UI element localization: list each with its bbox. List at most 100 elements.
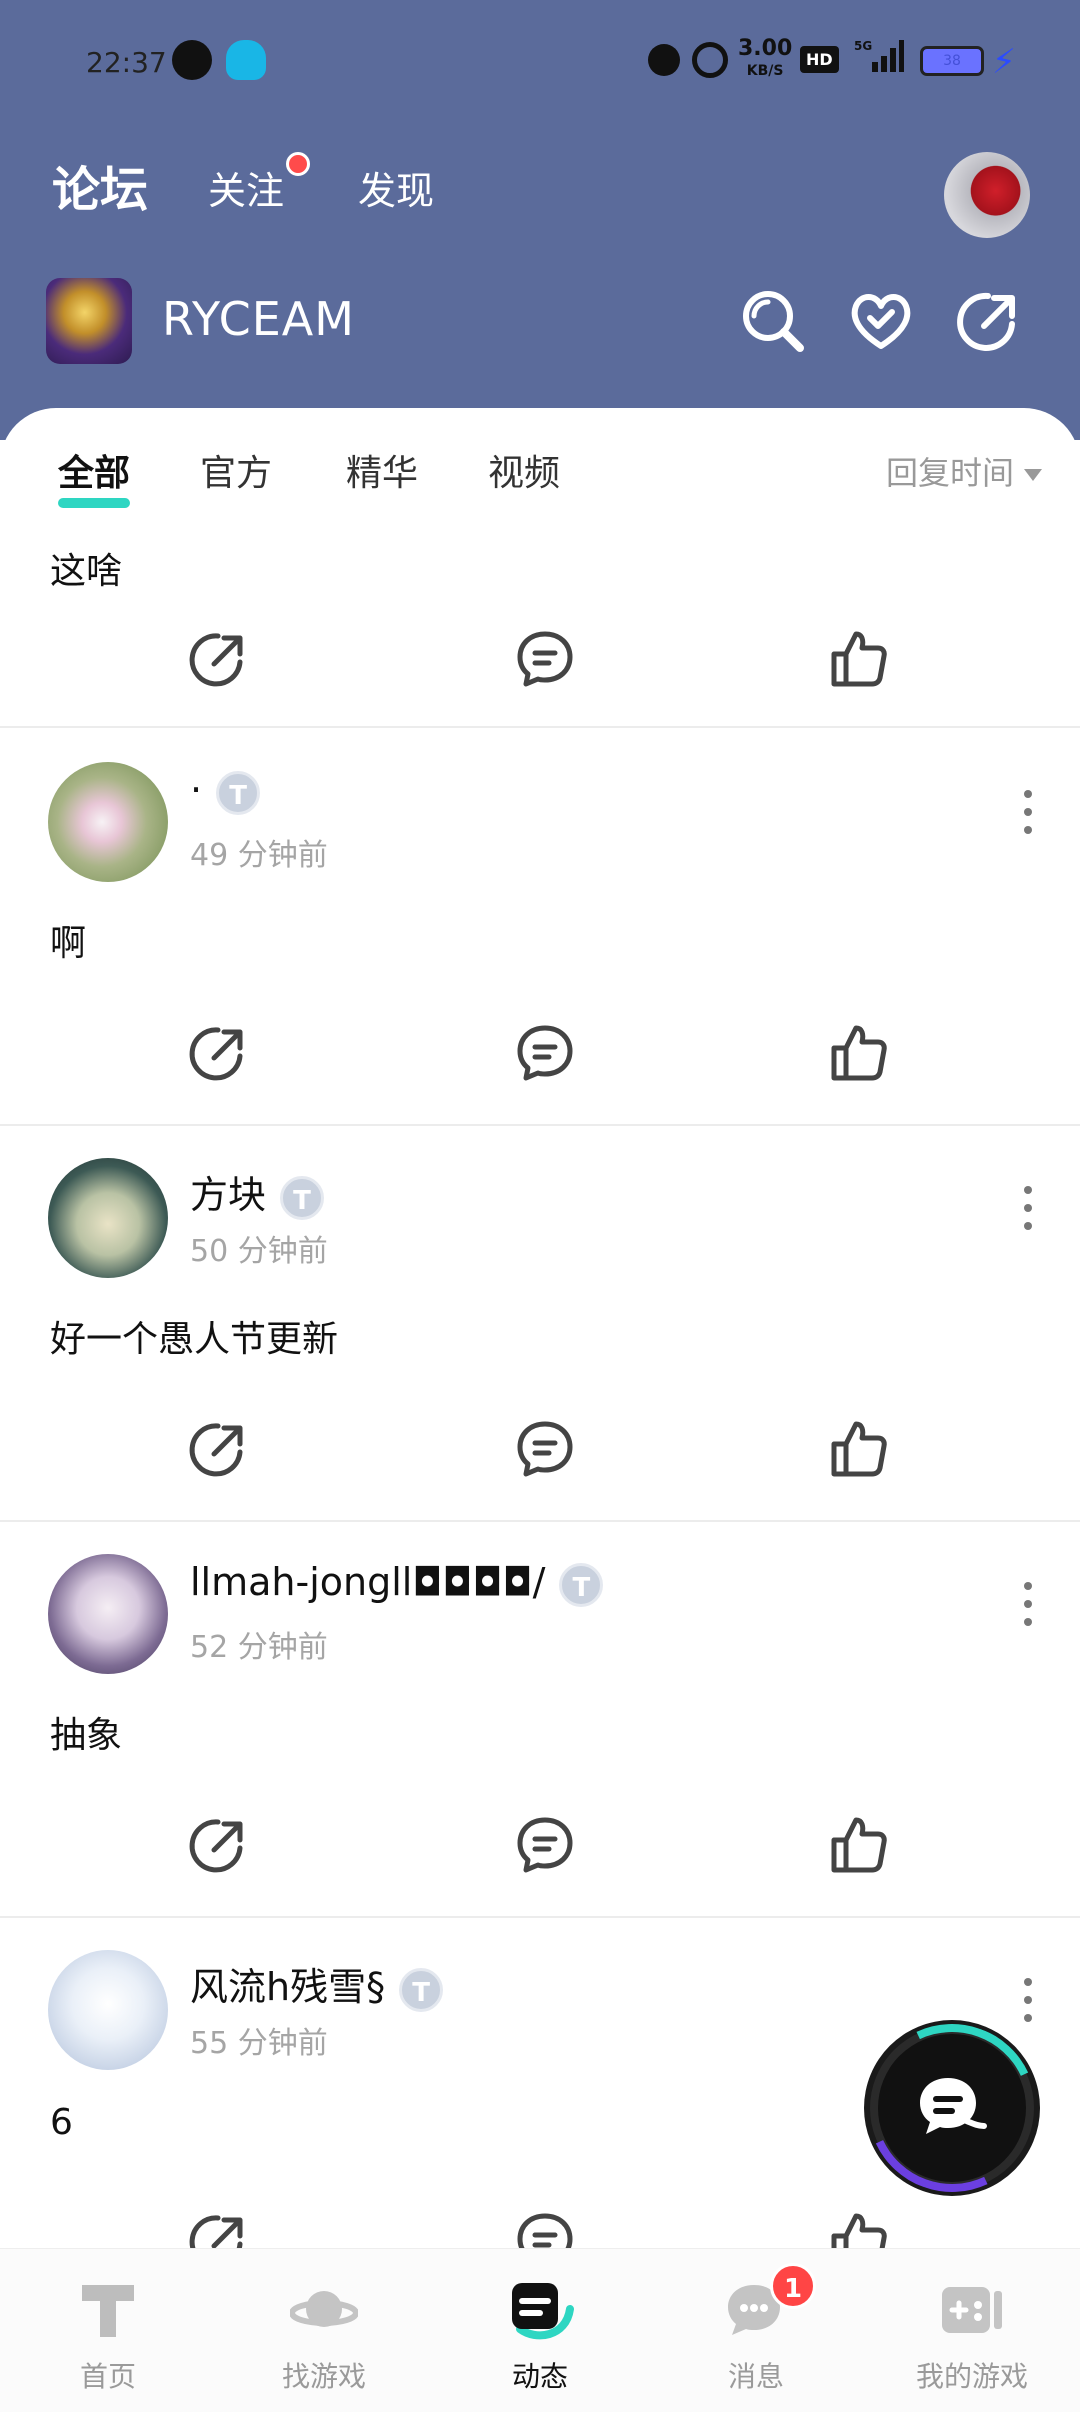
home-t-icon xyxy=(82,2285,134,2337)
comment-icon[interactable] xyxy=(512,1416,578,1482)
qq-icon xyxy=(226,40,266,80)
level-badge: T xyxy=(216,770,261,815)
nav-feed-label: 动态 xyxy=(511,2360,568,2393)
hd-icon: HD xyxy=(800,46,839,73)
nav-find-games[interactable]: 找游戏 xyxy=(216,2249,432,2412)
post-author-name: 方块 xyxy=(190,1173,267,1217)
level-badge: T xyxy=(559,1562,604,1607)
network-speed: 3.00 KB/S xyxy=(738,38,792,82)
like-icon[interactable] xyxy=(826,626,892,692)
comment-icon[interactable] xyxy=(512,1812,578,1878)
sort-dropdown[interactable]: 回复时间 xyxy=(886,448,1042,494)
share-icon[interactable] xyxy=(954,286,1024,356)
game-icon[interactable] xyxy=(46,278,132,364)
wechat-icon xyxy=(172,40,212,80)
feed-icon xyxy=(512,2283,574,2340)
post-text: 这啥 xyxy=(50,551,123,592)
message-count-badge: 1 xyxy=(770,2263,816,2309)
sub-tab-official[interactable]: 官方 xyxy=(200,444,272,496)
post-author[interactable]: · T xyxy=(190,768,261,815)
level-badge: T xyxy=(399,1967,444,2012)
sub-tab-all[interactable]: 全部 xyxy=(58,444,131,508)
follow-notification-dot xyxy=(286,152,310,176)
bottom-navigation: 首页 找游戏 动态 1 消息 我的游戏 xyxy=(0,2248,1080,2412)
sub-tab-video[interactable]: 视频 xyxy=(488,444,560,496)
nav-feed[interactable]: 动态 xyxy=(432,2249,648,2412)
do-not-disturb-icon xyxy=(648,44,680,76)
network-type: 5G xyxy=(854,39,872,53)
like-icon[interactable] xyxy=(826,1020,892,1086)
avatar[interactable] xyxy=(48,762,168,882)
post-time: 55 分钟前 xyxy=(190,2026,328,2061)
forum-info-row: RYCEAM xyxy=(46,278,1046,364)
tab-forum[interactable]: 论坛 xyxy=(52,150,149,226)
post-text: 啊 xyxy=(50,923,87,964)
nav-my-games-label: 我的游戏 xyxy=(915,2360,1028,2393)
post-item[interactable]: llmah-jongll◘◘◘◘/ T 52 分钟前 抽象 xyxy=(0,1522,1080,1918)
nav-home-label: 首页 xyxy=(79,2360,136,2393)
share-icon[interactable] xyxy=(186,1020,252,1086)
alarm-icon xyxy=(692,42,728,78)
more-icon[interactable] xyxy=(1020,1582,1036,1628)
like-icon[interactable] xyxy=(826,2208,892,2248)
post-text: 抽象 xyxy=(50,1715,123,1756)
level-badge: T xyxy=(280,1175,325,1220)
post-author[interactable]: 方块 T xyxy=(190,1164,325,1220)
post-time: 49 分钟前 xyxy=(190,838,328,873)
charging-icon: ⚡ xyxy=(992,42,1016,82)
post-time: 52 分钟前 xyxy=(190,1630,328,1665)
like-icon[interactable] xyxy=(826,1416,892,1482)
caret-down-icon xyxy=(1024,469,1042,481)
like-icon[interactable] xyxy=(826,1812,892,1878)
share-icon[interactable] xyxy=(186,1812,252,1878)
post-item[interactable]: 方块 T 50 分钟前 好一个愚人节更新 xyxy=(0,1126,1080,1522)
battery-icon: 38 xyxy=(920,46,984,76)
comment-icon[interactable] xyxy=(512,2208,578,2248)
tab-follow[interactable]: 关注 xyxy=(208,160,284,215)
post-author-name: 风流h残雪§ xyxy=(190,1965,386,2009)
forum-header: 22:37 3.00 KB/S HD 5G 38 ⚡ 论坛 关注 发现 RYCE… xyxy=(0,0,1080,440)
user-avatar[interactable] xyxy=(944,152,1030,238)
sub-tabs: 全部 官方 精华 视频 回复时间 xyxy=(0,444,1080,508)
nav-messages[interactable]: 1 消息 xyxy=(648,2249,864,2412)
avatar[interactable] xyxy=(48,1950,168,2070)
share-icon[interactable] xyxy=(186,626,252,692)
comment-icon[interactable] xyxy=(512,626,578,692)
post-author-name: · xyxy=(190,768,203,812)
post-item[interactable]: · T 49 分钟前 啊 xyxy=(0,730,1080,1126)
network-speed-value: 3.00 xyxy=(738,36,793,61)
share-icon[interactable] xyxy=(186,1416,252,1482)
tab-discover[interactable]: 发现 xyxy=(358,160,434,215)
nav-home[interactable]: 首页 xyxy=(0,2249,216,2412)
nav-my-games[interactable]: 我的游戏 xyxy=(864,2249,1080,2412)
post-author[interactable]: llmah-jongll◘◘◘◘/ T xyxy=(190,1560,604,1607)
share-icon[interactable] xyxy=(186,2208,252,2248)
create-post-button[interactable] xyxy=(870,2026,1034,2190)
sub-tab-featured[interactable]: 精华 xyxy=(346,444,418,496)
planet-icon xyxy=(290,2291,358,2327)
search-icon[interactable] xyxy=(738,286,808,356)
network-speed-unit: KB/S xyxy=(746,63,784,79)
post-list-card: 全部 官方 精华 视频 回复时间 这啥 · T 49 分钟前 啊 方块 T 50 分… xyxy=(0,408,1080,2248)
post-author[interactable]: 风流h残雪§ T xyxy=(190,1956,444,2012)
nav-messages-label: 消息 xyxy=(727,2360,784,2393)
avatar[interactable] xyxy=(48,1554,168,1674)
more-icon[interactable] xyxy=(1020,790,1036,836)
gamepad-icon xyxy=(942,2287,1002,2333)
avatar[interactable] xyxy=(48,1158,168,1278)
forum-name: RYCEAM xyxy=(162,292,355,346)
signal-icon: 5G xyxy=(854,39,904,72)
comment-icon[interactable] xyxy=(512,1020,578,1086)
heart-check-icon[interactable] xyxy=(846,286,916,356)
post-text: 好一个愚人节更新 xyxy=(50,1319,339,1360)
sort-label: 回复时间 xyxy=(885,454,1014,492)
post-author-name: llmah-jongll◘◘◘◘/ xyxy=(190,1560,546,1604)
post-text: 6 xyxy=(50,2102,73,2143)
status-time: 22:37 xyxy=(86,46,167,79)
more-icon[interactable] xyxy=(1020,1978,1036,2024)
more-icon[interactable] xyxy=(1020,1186,1036,1232)
nav-find-games-label: 找游戏 xyxy=(281,2360,366,2393)
chat-bubble-icon xyxy=(920,2078,987,2134)
post-item[interactable]: 这啥 xyxy=(0,528,1080,728)
battery-level: 38 xyxy=(943,53,961,69)
